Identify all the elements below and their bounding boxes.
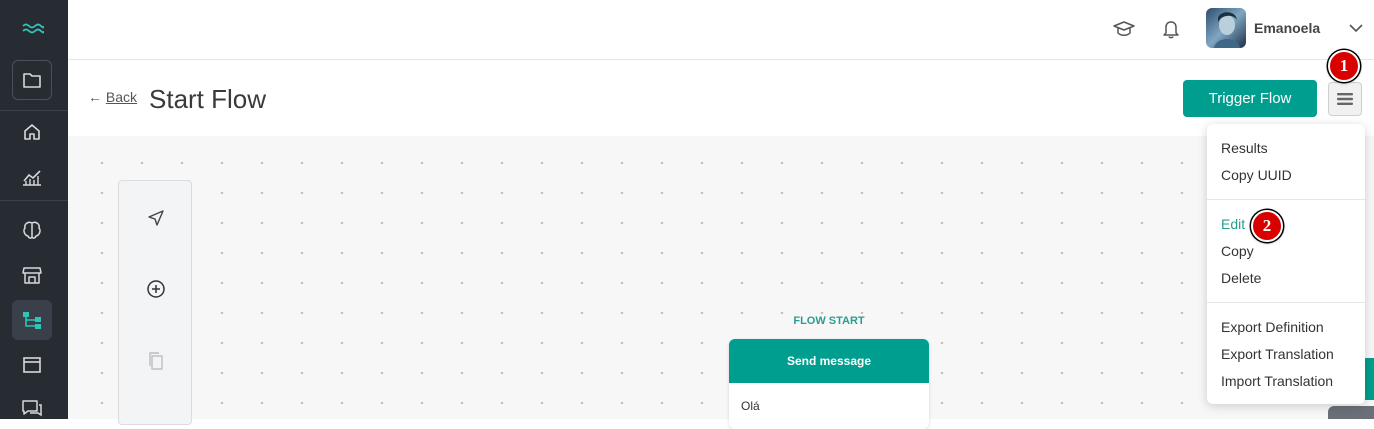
menu-item-export-translation[interactable]: Export Translation: [1221, 346, 1334, 362]
back-link[interactable]: ← Back: [88, 89, 137, 105]
bell-icon[interactable]: [1158, 16, 1184, 42]
page-title: Start Flow: [149, 84, 267, 114]
home-icon[interactable]: [12, 112, 52, 152]
send-icon[interactable]: [141, 203, 171, 233]
trigger-flow-button[interactable]: Trigger Flow: [1183, 80, 1317, 117]
menu-item-edit[interactable]: Edit: [1221, 216, 1245, 232]
add-circle-icon[interactable]: [141, 274, 171, 304]
graduation-cap-icon[interactable]: [1111, 16, 1137, 42]
node-text: Olá: [741, 399, 760, 413]
top-bar: Emanoela: [68, 0, 1374, 60]
username[interactable]: Emanoela: [1254, 20, 1320, 36]
canvas-toolbar: [118, 180, 192, 425]
step-badge-1: 1: [1328, 50, 1360, 82]
page-header: ← Back Start Flow Trigger Flow: [68, 60, 1374, 136]
send-message-node[interactable]: Send message Olá: [729, 339, 929, 429]
chevron-down-icon[interactable]: [1346, 16, 1366, 40]
chat-icon[interactable]: [12, 388, 52, 428]
brain-icon[interactable]: [12, 210, 52, 250]
menu-item-import-translation[interactable]: Import Translation: [1221, 373, 1333, 389]
flow-canvas[interactable]: [68, 136, 1374, 419]
hamburger-icon: [1337, 93, 1353, 105]
menu-item-export-definition[interactable]: Export Definition: [1221, 319, 1324, 335]
flows-icon[interactable]: [12, 300, 52, 340]
folder-icon[interactable]: [12, 60, 52, 100]
back-arrow-icon: ←: [88, 89, 102, 105]
menu-item-copy[interactable]: Copy: [1221, 243, 1254, 259]
back-label: Back: [105, 89, 138, 105]
menu-item-delete[interactable]: Delete: [1221, 270, 1261, 286]
store-icon[interactable]: [12, 255, 52, 295]
menu-button[interactable]: [1328, 82, 1362, 116]
corner-widget[interactable]: [1328, 406, 1374, 419]
flow-menu-dropdown: Results Copy UUID Edit Copy Delete Expor…: [1207, 124, 1365, 404]
flow-start-label: FLOW START: [793, 315, 865, 327]
node-title: Send message: [729, 339, 929, 383]
avatar[interactable]: [1206, 8, 1246, 48]
logo-icon[interactable]: [18, 14, 48, 44]
menu-item-copy-uuid[interactable]: Copy UUID: [1221, 167, 1292, 183]
menu-item-results[interactable]: Results: [1221, 140, 1268, 156]
window-icon[interactable]: [12, 345, 52, 385]
copy-icon[interactable]: [141, 346, 171, 376]
sidebar: [0, 0, 68, 419]
analytics-icon[interactable]: [12, 157, 52, 197]
step-badge-2: 2: [1251, 210, 1283, 242]
